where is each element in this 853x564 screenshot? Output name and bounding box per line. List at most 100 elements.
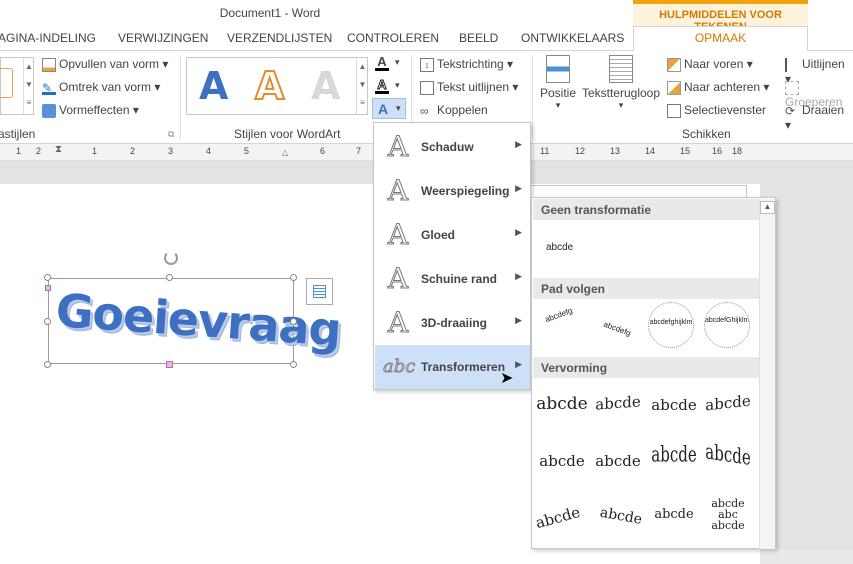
path-arch-up[interactable]: abcdefg <box>530 294 594 353</box>
divider <box>180 55 181 139</box>
bring-forward-button[interactable]: Naar voren ▾ <box>667 57 753 72</box>
menu-item-shadow[interactable]: A Schaduw ▶ <box>375 125 530 169</box>
indent-marker-icon[interactable]: ⧗ <box>55 144 62 155</box>
menu-item-reflection[interactable]: A Weerspiegeling ▶ <box>375 169 530 213</box>
wrap-text-label: Tekstterugloop <box>581 86 661 100</box>
tab-review[interactable]: CONTROLEREN <box>347 31 439 45</box>
layout-options-button[interactable] <box>306 278 333 305</box>
shape-outline-button[interactable]: ✎ Omtrek van vorm ▾ <box>42 80 160 95</box>
chevron-right-icon: ▶ <box>515 315 522 325</box>
link-icon: ∞ <box>420 103 429 118</box>
ruler-tick: 11 <box>540 146 550 156</box>
resize-handle[interactable] <box>290 361 297 368</box>
chevron-down-icon[interactable]: ▾ <box>395 80 400 91</box>
shape-style-gallery[interactable]: ▲ ▼ ≡ <box>0 57 34 115</box>
tab-mailings[interactable]: VERZENDLIJSTEN <box>227 31 332 45</box>
tab-page-layout[interactable]: AGINA-INDELING <box>0 31 96 45</box>
selection-pane-label: Selectievenster <box>684 103 767 117</box>
menu-item-glow[interactable]: A Gloed ▶ <box>375 213 530 257</box>
text-direction-label: Tekstrichting <box>437 57 504 71</box>
warp-sample-bottom: abcde <box>711 519 745 532</box>
reflection-icon: A <box>387 174 409 207</box>
menu-item-3d-rotation[interactable]: A 3D-draaiing ▶ <box>375 301 530 345</box>
ruler-tick: 13 <box>610 146 621 156</box>
arrange-group-label: Schikken <box>682 127 731 141</box>
align-text-button[interactable]: Tekst uitlijnen ▾ <box>420 80 518 95</box>
chevron-right-icon: ▶ <box>515 227 522 237</box>
warp-button-pour[interactable]: abcde abc abcde <box>702 498 754 548</box>
bring-forward-icon <box>667 57 681 72</box>
text-direction-button[interactable]: ↕ Tekstrichting ▾ <box>420 57 513 72</box>
warp-circle[interactable]: abcde <box>588 504 648 562</box>
ruler-tick: 16 <box>712 146 723 156</box>
text-effects-icon: A <box>378 101 389 117</box>
menu-item-bevel[interactable]: A Schuine rand ▶ <box>375 257 530 301</box>
menu-item-label: Schuine rand <box>421 272 498 286</box>
transform-gallery: Geen transformatie abcde Pad volgen abcd… <box>531 197 776 549</box>
adjust-handle[interactable] <box>166 361 173 368</box>
dialog-launcher-icon[interactable]: ⧉ <box>168 129 174 140</box>
create-link-button[interactable]: ∞ Koppelen <box>420 103 488 118</box>
selection-pane-button[interactable]: Selectievenster <box>667 103 766 118</box>
bevel-icon: A <box>387 262 409 295</box>
resize-handle[interactable] <box>44 318 51 325</box>
ruler-tick: 2 <box>36 146 42 156</box>
gallery-scrollbar[interactable]: ▲ <box>759 199 775 549</box>
warp-button[interactable]: abcde <box>648 504 700 554</box>
wrap-text-icon <box>609 55 633 83</box>
text-fill-icon[interactable]: A <box>375 55 389 71</box>
warp-triangle-up[interactable]: abcde <box>592 392 644 446</box>
path-circle[interactable]: abcdefghijklm <box>648 302 694 348</box>
warp-ring-inside[interactable]: abcde <box>592 452 644 502</box>
paint-bucket-icon <box>42 57 56 72</box>
resize-handle[interactable] <box>290 274 297 281</box>
no-transform-option[interactable]: abcde <box>546 242 573 253</box>
gallery-scroll-icon[interactable]: ▲ ▼ ≡ <box>356 58 368 114</box>
rotate-handle-icon[interactable] <box>164 251 178 265</box>
ruler-tick: 1 <box>92 146 98 156</box>
text-effects-menu: A Schaduw ▶ A Weerspiegeling ▶ A Gloed ▶… <box>373 122 531 390</box>
wordart-style-gallery[interactable]: A A A ▲ ▼ ≡ <box>186 57 368 115</box>
scroll-up-icon[interactable]: ▲ <box>760 201 775 214</box>
text-outline-icon[interactable]: A <box>375 78 389 94</box>
warp-chevron-down[interactable]: abcde <box>536 452 588 502</box>
group-icon <box>785 80 799 95</box>
resize-handle[interactable] <box>44 274 51 281</box>
align-text-label: Tekst uitlijnen <box>437 80 510 94</box>
wrap-text-button[interactable]: Tekstterugloop ▾ <box>580 55 662 111</box>
tab-developer[interactable]: ONTWIKKELAARS <box>521 31 624 45</box>
tab-stop-icon[interactable]: △ <box>282 148 288 157</box>
resize-handle[interactable] <box>290 318 297 325</box>
wordart-style-gray[interactable]: A <box>311 64 340 108</box>
wordart-style-blue[interactable]: A <box>199 64 228 108</box>
warp-handle[interactable] <box>45 285 51 291</box>
shape-fill-button[interactable]: Opvullen van vorm ▾ <box>42 57 168 72</box>
warp-ring-outside[interactable]: abcde <box>648 442 700 512</box>
resize-handle[interactable] <box>166 274 173 281</box>
path-button[interactable]: abcdefGhijklmnop <box>704 302 750 348</box>
ruler-tick: 5 <box>244 146 250 156</box>
chevron-down-icon[interactable]: ▾ <box>395 57 400 68</box>
send-backward-button[interactable]: Naar achteren ▾ <box>667 80 769 95</box>
menu-item-label: Schaduw <box>421 140 474 154</box>
gallery-scroll-icon[interactable]: ▲ ▼ ≡ <box>23 58 34 114</box>
shape-effects-button[interactable]: Vormeffecten ▾ <box>42 103 139 118</box>
tab-view[interactable]: BEELD <box>459 31 498 45</box>
wordart-style-orange[interactable]: A <box>254 63 285 109</box>
ruler-tick: 1 <box>16 146 22 156</box>
position-button[interactable]: Positie ▾ <box>538 55 578 111</box>
warp-square[interactable]: abcde <box>536 394 588 444</box>
tab-references[interactable]: VERWIJZINGEN <box>118 31 208 45</box>
path-arch-down[interactable]: abcdefg <box>584 302 648 361</box>
drawing-tools-header: HULPMIDDELEN VOOR TEKENEN <box>633 0 808 33</box>
follow-path-header: Pad volgen <box>533 278 759 299</box>
resize-handle[interactable] <box>44 361 51 368</box>
window-title: Document1 - Word <box>219 6 321 20</box>
ruler-tick: 6 <box>320 146 326 156</box>
tab-format[interactable]: OPMAAK <box>633 26 808 51</box>
pencil-icon: ✎ <box>42 81 56 95</box>
rotate-label: Draaien <box>802 103 845 117</box>
text-effects-button[interactable]: A ▾ <box>372 98 406 119</box>
rotate-button[interactable]: ⟳ Draaien ▾ <box>785 103 853 132</box>
warp-triangle-down[interactable]: abcde <box>648 396 700 446</box>
